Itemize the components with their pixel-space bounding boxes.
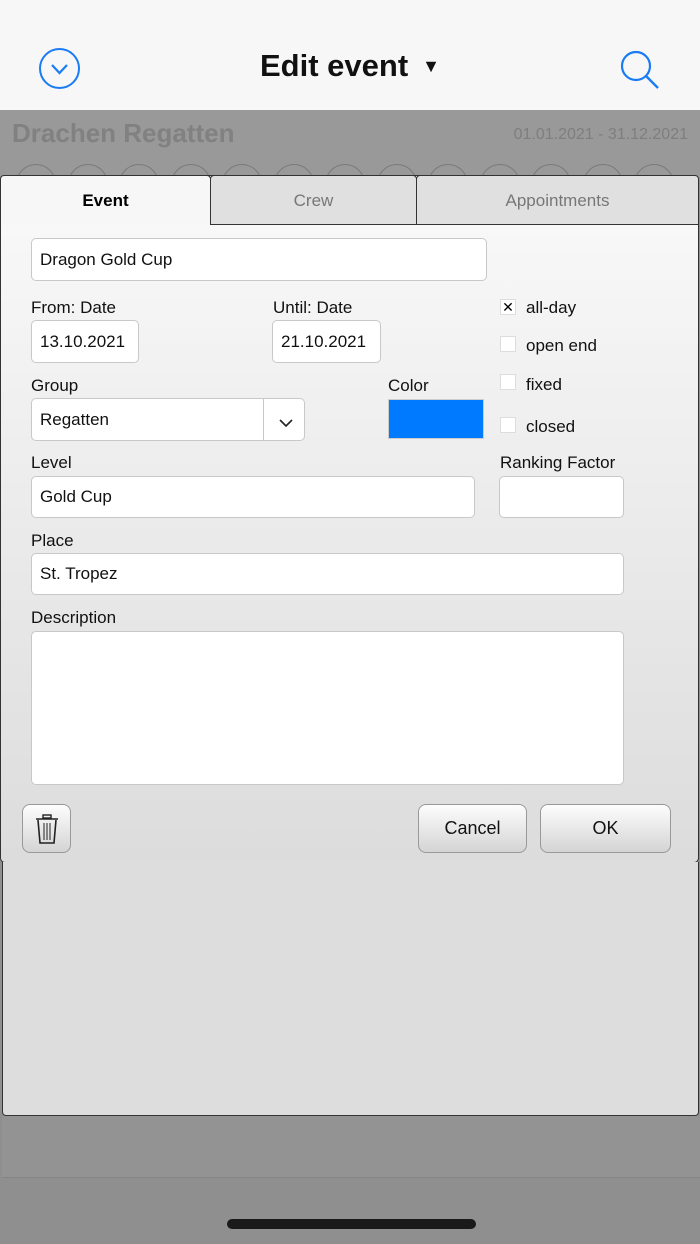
lower-panel [2,862,699,1116]
title-text: Edit event [260,48,409,83]
background-date-range: 01.01.2021 - 31.12.2021 [513,126,688,143]
fixed-label: fixed [526,375,562,394]
color-label: Color [388,376,429,395]
open-end-checkbox[interactable] [500,336,516,352]
caret-down-icon: ▼ [422,56,440,76]
background-title: Drachen Regatten [12,118,235,148]
group-label: Group [31,376,79,395]
until-date-label: Until: Date [273,298,353,317]
group-value: Regatten [40,409,109,429]
color-swatch[interactable] [388,399,484,439]
ranking-factor-label: Ranking Factor [500,453,616,472]
search-icon[interactable] [618,48,662,97]
background-strip [2,1116,700,1178]
level-input[interactable]: Gold Cup [31,476,475,518]
fixed-checkbox[interactable] [500,374,516,390]
all-day-checkbox[interactable]: ✕ [500,299,516,315]
home-indicator[interactable] [227,1219,476,1229]
level-label: Level [31,453,72,472]
place-label: Place [31,531,74,550]
ok-button[interactable]: OK [540,804,671,853]
delete-button[interactable] [22,804,71,853]
tab-event[interactable]: Event [0,175,211,225]
place-input[interactable]: St. Tropez [31,553,624,595]
description-label: Description [31,608,117,627]
open-end-label: open end [526,336,597,355]
description-textarea[interactable] [31,631,624,785]
closed-label: closed [526,417,576,436]
ranking-factor-input[interactable] [499,476,624,518]
event-name-input[interactable]: Dragon Gold Cup [31,238,487,281]
until-date-input[interactable]: 21.10.2021 [272,320,381,363]
tab-crew[interactable]: Crew [210,175,417,225]
cancel-button[interactable]: Cancel [418,804,527,853]
closed-checkbox[interactable] [500,417,516,433]
all-day-label: all-day [526,298,577,317]
tab-appointments[interactable]: Appointments [416,175,699,225]
from-date-label: From: Date [31,298,117,317]
chevron-down-icon[interactable] [263,399,305,440]
from-date-input[interactable]: 13.10.2021 [31,320,139,363]
page-title[interactable]: Edit event ▼ [0,48,700,84]
group-select[interactable]: Regatten [31,398,305,441]
trash-icon [35,813,58,844]
